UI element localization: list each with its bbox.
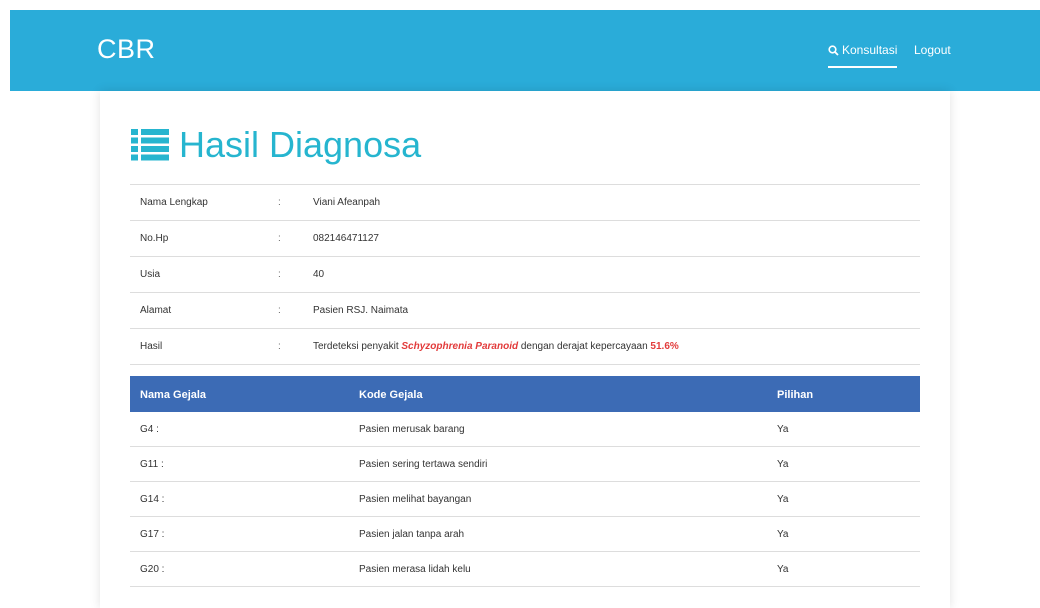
- info-row-hasil: Hasil : Terdeteksi penyakit Schyzophreni…: [130, 329, 920, 365]
- brand-logo[interactable]: CBR: [97, 34, 156, 65]
- header-kode-gejala: Kode Gejala: [359, 389, 423, 401]
- header-pilihan: Pilihan: [777, 389, 814, 401]
- info-separator: :: [278, 197, 281, 208]
- info-value: 40: [313, 269, 325, 280]
- info-label: Usia: [140, 269, 161, 280]
- table-row: G4 : Pasien merusak barang Ya: [130, 412, 920, 447]
- search-icon: [828, 44, 839, 56]
- info-row-alamat: Alamat : Pasien RSJ. Naimata: [130, 293, 920, 329]
- symptom-desc: Pasien jalan tanpa arah: [359, 529, 465, 540]
- info-label: Alamat: [140, 305, 172, 316]
- symptom-choice: Ya: [777, 529, 789, 540]
- info-row-hp: No.Hp : 082146471127: [130, 221, 920, 257]
- symptom-choice: Ya: [777, 424, 789, 435]
- symptom-code: G20 :: [140, 564, 165, 575]
- info-row-nama: Nama Lengkap : Viani Afeanpah: [130, 185, 920, 221]
- symptoms-table: Nama Gejala Kode Gejala Pilihan G4 : Pas…: [130, 376, 920, 587]
- info-label: Hasil: [140, 341, 163, 352]
- info-value: Viani Afeanpah: [313, 197, 381, 208]
- info-value: 082146471127: [313, 233, 379, 244]
- info-separator: :: [278, 305, 281, 316]
- result-prefix: Terdeteksi penyakit: [313, 341, 399, 352]
- symptom-desc: Pasien melihat bayangan: [359, 494, 472, 505]
- table-row: G20 : Pasien merasa lidah kelu Ya: [130, 552, 920, 587]
- table-row: G17 : Pasien jalan tanpa arah Ya: [130, 517, 920, 552]
- info-value: Pasien RSJ. Naimata: [313, 305, 409, 316]
- diagnosis-result: Terdeteksi penyakit Schyzophrenia Parano…: [313, 341, 679, 352]
- symptom-code: G11 :: [140, 459, 164, 470]
- confidence-value: 51.6%: [650, 341, 679, 352]
- symptom-desc: Pasien sering tertawa sendiri: [359, 459, 488, 470]
- symptom-choice: Ya: [777, 564, 789, 575]
- symptom-choice: Ya: [777, 494, 789, 505]
- info-separator: :: [278, 269, 281, 280]
- info-label: Nama Lengkap: [140, 197, 208, 208]
- nav-logout-link[interactable]: Logout: [914, 43, 951, 57]
- table-row: G11 : Pasien sering tertawa sendiri Ya: [130, 447, 920, 482]
- info-separator: :: [278, 341, 281, 352]
- table-row: G14 : Pasien melihat bayangan Ya: [130, 482, 920, 517]
- symptom-code: G4 :: [140, 424, 159, 435]
- symptom-code: G14 :: [140, 494, 165, 505]
- content-panel: Hasil Diagnosa Nama Lengkap : Viani Afea…: [100, 91, 950, 608]
- nav-konsultasi-label: Konsultasi: [842, 43, 898, 57]
- page-title-text: Hasil Diagnosa: [179, 124, 422, 165]
- info-label: No.Hp: [140, 233, 169, 244]
- symptom-desc: Pasien merusak barang: [359, 424, 465, 435]
- table-header: Nama Gejala Kode Gejala Pilihan: [130, 376, 920, 412]
- top-navbar: CBR Konsultasi Logout: [10, 10, 1040, 91]
- patient-info-table: Nama Lengkap : Viani Afeanpah No.Hp : 08…: [130, 184, 920, 365]
- nav-konsultasi-link[interactable]: Konsultasi: [828, 43, 898, 68]
- list-icon: [131, 129, 169, 161]
- info-row-usia: Usia : 40: [130, 257, 920, 293]
- result-middle: dengan derajat kepercayaan: [520, 341, 648, 352]
- info-separator: :: [278, 233, 281, 244]
- page-title: Hasil Diagnosa: [131, 124, 421, 166]
- disease-name: Schyzophrenia Paranoid: [401, 341, 519, 352]
- symptom-code: G17 :: [140, 529, 165, 540]
- symptom-desc: Pasien merasa lidah kelu: [359, 564, 471, 575]
- header-nama-gejala: Nama Gejala: [140, 389, 207, 401]
- symptom-choice: Ya: [777, 459, 789, 470]
